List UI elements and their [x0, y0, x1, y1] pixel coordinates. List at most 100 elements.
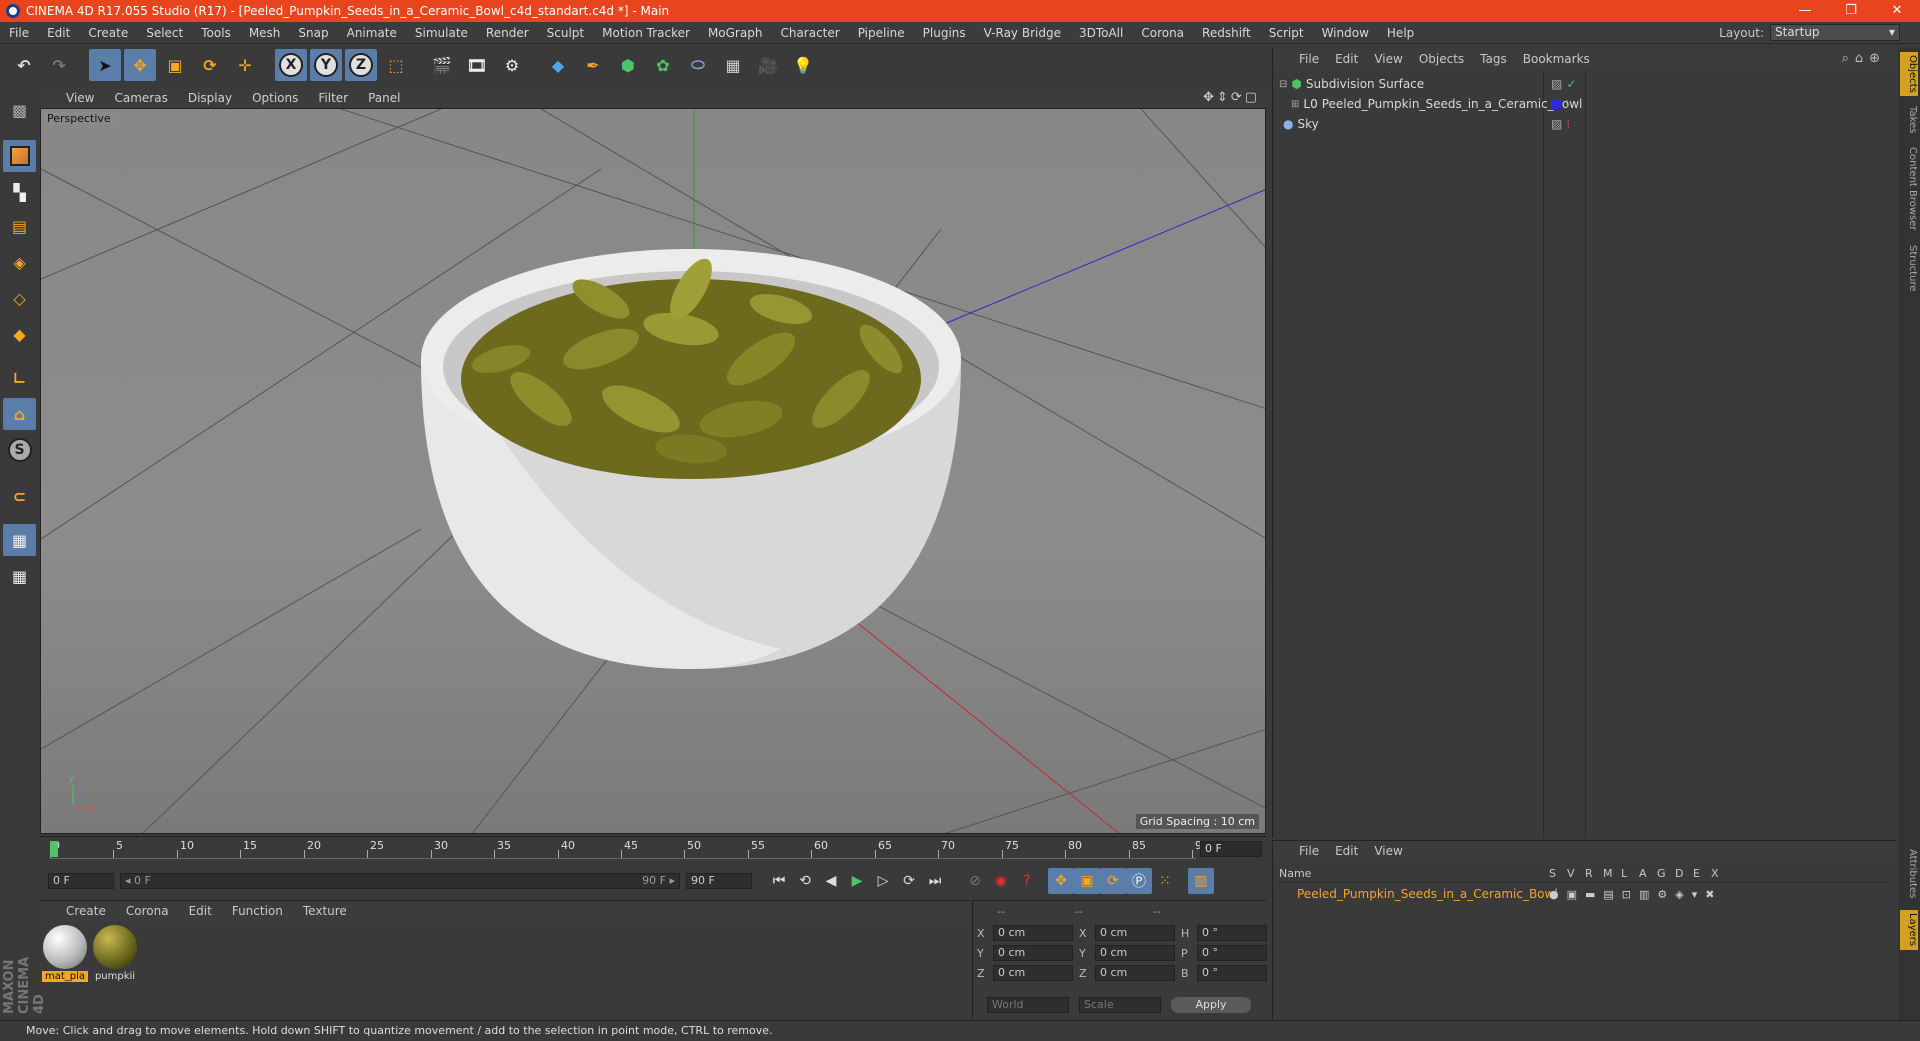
texture-mode-button[interactable]: ▚ [3, 176, 36, 208]
solo-button[interactable]: S [3, 434, 36, 466]
menu-create[interactable]: Create [79, 26, 137, 40]
menu-sculpt[interactable]: Sculpt [538, 26, 593, 40]
visibility-dots-red-icon[interactable]: ⁝ [1566, 117, 1570, 131]
x-axis-button[interactable]: X [275, 49, 307, 81]
model-mode-button[interactable] [3, 140, 36, 172]
render-picture-viewer-button[interactable]: 🎞 [461, 49, 493, 81]
go-to-start-button[interactable]: ⏮ [766, 868, 792, 894]
material-menu-function[interactable]: Function [222, 904, 293, 918]
lock-workplane-button[interactable]: ▦ [3, 524, 36, 556]
polygons-mode-button[interactable]: ◆ [3, 318, 36, 350]
menu-corona[interactable]: Corona [1132, 26, 1193, 40]
y-axis-button[interactable]: Y [310, 49, 342, 81]
record-disabled-button[interactable]: ⊘ [962, 868, 988, 894]
live-selection-button[interactable]: ➤ [89, 49, 121, 81]
objects-menu-file[interactable]: File [1291, 52, 1327, 66]
menu-plugins[interactable]: Plugins [914, 26, 975, 40]
menu-character[interactable]: Character [771, 26, 848, 40]
menu-pipeline[interactable]: Pipeline [849, 26, 914, 40]
size-x-field[interactable]: 0 cm [1095, 925, 1175, 941]
make-editable-button[interactable]: ▩ [3, 94, 36, 126]
menu-window[interactable]: Window [1313, 26, 1378, 40]
tweak-mode-button[interactable]: ⌂ [3, 398, 36, 430]
viewport-navigation-icons[interactable]: ✥⇕⟳▢ [1203, 90, 1260, 105]
go-to-end-button[interactable]: ⏭ [922, 868, 948, 894]
object-row-subdivision-surface[interactable]: ⊟ ⬢ Subdivision Surface ▨ ✓ [1275, 74, 1895, 94]
menu-simulate[interactable]: Simulate [406, 26, 477, 40]
menu-animate[interactable]: Animate [338, 26, 406, 40]
size-z-field[interactable]: 0 cm [1095, 965, 1175, 981]
material-menu-edit[interactable]: Edit [179, 904, 222, 918]
subdivision-surface-button[interactable]: ⬢ [612, 49, 644, 81]
menu-mesh[interactable]: Mesh [240, 26, 290, 40]
menu-help[interactable]: Help [1378, 26, 1423, 40]
viewport-menu-options[interactable]: Options [242, 91, 308, 105]
frame-ruler[interactable]: 051015202530354045505560657075808590 [50, 839, 1209, 859]
layout-dropdown[interactable]: Startup [1770, 24, 1900, 41]
material-menu-create[interactable]: Create [40, 904, 116, 918]
menu-redshift[interactable]: Redshift [1193, 26, 1260, 40]
cube-primitive-button[interactable]: ◆ [542, 49, 574, 81]
previous-key-button[interactable]: ⟲ [792, 868, 818, 894]
light-button[interactable]: 💡 [787, 49, 819, 81]
rotation-p-field[interactable]: 0 ° [1197, 945, 1267, 961]
material-menu-corona[interactable]: Corona [116, 904, 179, 918]
objects-menu-objects[interactable]: Objects [1411, 52, 1472, 66]
timeline-ruler[interactable]: 051015202530354045505560657075808590 0 F [40, 836, 1266, 862]
menu-vray-bridge[interactable]: V-Ray Bridge [975, 26, 1070, 40]
side-tab-takes[interactable]: Takes [1900, 102, 1918, 138]
viewport-menu-panel[interactable]: Panel [358, 91, 410, 105]
workplane-mode-button[interactable]: ▤ [3, 210, 36, 242]
redo-button[interactable]: ↷ [43, 49, 75, 81]
3d-viewport[interactable]: Y X Perspective Grid Spacing : 10 cm [40, 108, 1266, 834]
layers-menu-edit[interactable]: Edit [1327, 844, 1366, 858]
minimize-button[interactable]: — [1782, 0, 1828, 22]
side-tab-objects[interactable]: Objects [1900, 52, 1918, 96]
start-frame-field[interactable]: 0 F [48, 873, 114, 889]
scale-tool-button[interactable]: ▣ [159, 49, 191, 81]
planar-workplane-button[interactable]: ▦ [3, 560, 36, 592]
visibility-dots-icon[interactable]: ⁝ [1565, 97, 1569, 111]
menu-mograph[interactable]: MoGraph [699, 26, 772, 40]
viewport-menu-cameras[interactable]: Cameras [104, 91, 177, 105]
layer-toggle-icons[interactable]: ●▣▬▤⊡▥⚙◈▾✖ [1549, 888, 1722, 901]
render-settings-button[interactable]: ⚙ [496, 49, 528, 81]
preview-range-slider[interactable]: ◂ 0 F 90 F ▸ [120, 873, 680, 889]
size-mode-dropdown[interactable]: Scale [1079, 997, 1161, 1013]
move-tool-button[interactable]: ✥ [124, 49, 156, 81]
z-axis-button[interactable]: Z [345, 49, 377, 81]
snap-button[interactable]: ⊂ [3, 480, 36, 512]
menu-render[interactable]: Render [477, 26, 538, 40]
enabled-check-icon[interactable]: ✓ [1566, 77, 1576, 91]
collapse-icon[interactable]: ⊟ [1279, 79, 1287, 90]
undo-button[interactable]: ↶ [8, 49, 40, 81]
layers-menu-file[interactable]: File [1291, 844, 1327, 858]
rotation-b-field[interactable]: 0 ° [1197, 965, 1267, 981]
side-tab-content-browser[interactable]: Content Browser [1900, 144, 1918, 234]
menu-script[interactable]: Script [1260, 26, 1313, 40]
object-manager-nav-icons[interactable]: ⌕⌂⊕ [1842, 51, 1886, 66]
autokey-button[interactable]: ? [1014, 868, 1040, 894]
viewport-menu-filter[interactable]: Filter [308, 91, 358, 105]
layer-row[interactable]: Peeled_Pumpkin_Seeds_in_a_Ceramic_Bowl ●… [1279, 885, 1889, 903]
deformer-button[interactable]: ⬭ [682, 49, 714, 81]
play-button[interactable]: ▶ [844, 868, 870, 894]
axis-mode-button[interactable]: ∟ [3, 362, 36, 394]
current-frame-field[interactable]: 0 F [1200, 841, 1262, 857]
position-x-field[interactable]: 0 cm [993, 925, 1073, 941]
close-button[interactable]: ✕ [1874, 0, 1920, 22]
side-tab-structure[interactable]: Structure [1900, 240, 1918, 296]
object-row-bowl[interactable]: ⊞ L0 Peeled_Pumpkin_Seeds_in_a_Ceramic_Bow… [1275, 94, 1895, 114]
end-frame-field[interactable]: 90 F [686, 873, 752, 889]
edges-mode-button[interactable]: ◇ [3, 282, 36, 314]
next-key-button[interactable]: ⟳ [896, 868, 922, 894]
visibility-toggle-icon[interactable]: ▨ [1551, 117, 1562, 131]
key-position-button[interactable]: ✥ [1048, 868, 1074, 894]
rotation-h-field[interactable]: 0 ° [1197, 925, 1267, 941]
spline-pen-button[interactable]: ✒ [577, 49, 609, 81]
position-z-field[interactable]: 0 cm [993, 965, 1073, 981]
expand-icon[interactable]: ⊞ [1291, 99, 1299, 110]
size-y-field[interactable]: 0 cm [1095, 945, 1175, 961]
previous-frame-button[interactable]: ◀ [818, 868, 844, 894]
next-frame-button[interactable]: ▷ [870, 868, 896, 894]
